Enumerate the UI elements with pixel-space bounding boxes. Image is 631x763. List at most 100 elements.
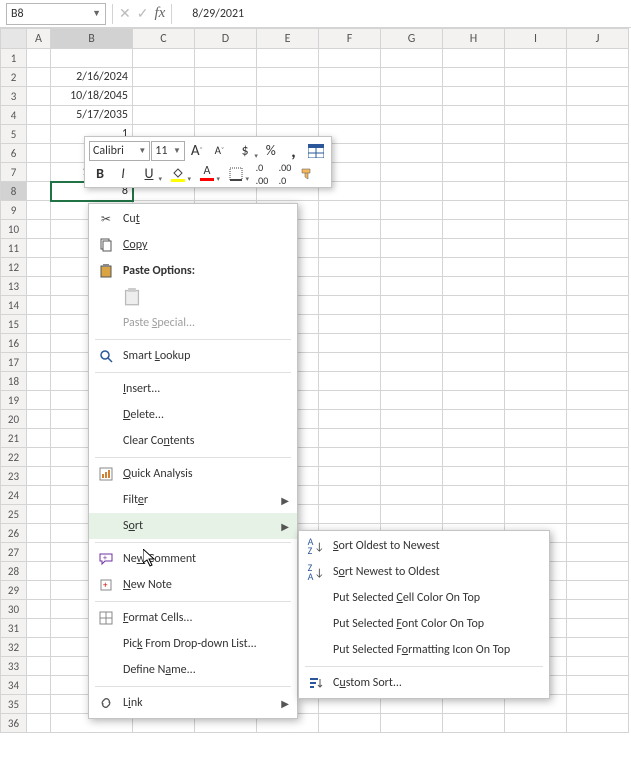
cell-A5[interactable] (27, 125, 51, 144)
sort-font-color-top[interactable]: Put Selected Font Color On Top (299, 611, 549, 637)
font-size-select[interactable]: 11▼ (151, 141, 185, 161)
sort-formatting-icon-top[interactable]: Put Selected Formatting Icon On Top (299, 637, 549, 663)
cell-J3[interactable] (567, 87, 629, 106)
cell-G7[interactable] (381, 163, 443, 182)
cell-J21[interactable] (567, 429, 629, 448)
cell-A8[interactable] (27, 182, 51, 201)
cell-G17[interactable] (381, 353, 443, 372)
cell-H23[interactable] (443, 467, 505, 486)
cell-J32[interactable] (567, 638, 629, 657)
row-header-16[interactable]: 16 (1, 334, 27, 353)
cell-H10[interactable] (443, 220, 505, 239)
cell-F11[interactable] (319, 239, 381, 258)
cell-A16[interactable] (27, 334, 51, 353)
row-header-21[interactable]: 21 (1, 429, 27, 448)
row-header-19[interactable]: 19 (1, 391, 27, 410)
cell-H11[interactable] (443, 239, 505, 258)
cell-F4[interactable] (319, 106, 381, 125)
cell-H13[interactable] (443, 277, 505, 296)
cell-G18[interactable] (381, 372, 443, 391)
italic-button[interactable]: I (112, 163, 134, 185)
cell-C1[interactable] (133, 49, 195, 68)
column-header-D[interactable]: D (195, 29, 257, 49)
cell-I6[interactable] (505, 144, 567, 163)
cell-F25[interactable] (319, 505, 381, 524)
row-header-7[interactable]: 7 (1, 163, 27, 182)
cell-A2[interactable] (27, 68, 51, 87)
cell-I2[interactable] (505, 68, 567, 87)
column-header-E[interactable]: E (257, 29, 319, 49)
cell-G16[interactable] (381, 334, 443, 353)
cell-H19[interactable] (443, 391, 505, 410)
cell-I14[interactable] (505, 296, 567, 315)
cell-A27[interactable] (27, 543, 51, 562)
cell-H25[interactable] (443, 505, 505, 524)
row-header-23[interactable]: 23 (1, 467, 27, 486)
percent-format-button[interactable]: % (260, 140, 282, 162)
cell-A20[interactable] (27, 410, 51, 429)
row-header-33[interactable]: 33 (1, 657, 27, 676)
cell-D2[interactable] (195, 68, 257, 87)
cell-J17[interactable] (567, 353, 629, 372)
menu-link[interactable]: Link▶ (89, 690, 297, 716)
cell-C2[interactable] (133, 68, 195, 87)
font-color-button[interactable]: A▾ (193, 163, 221, 185)
cell-J10[interactable] (567, 220, 629, 239)
cell-G25[interactable] (381, 505, 443, 524)
cell-F10[interactable] (319, 220, 381, 239)
cell-J27[interactable] (567, 543, 629, 562)
row-header-9[interactable]: 9 (1, 201, 27, 220)
cell-A24[interactable] (27, 486, 51, 505)
cell-D3[interactable] (195, 87, 257, 106)
cell-F15[interactable] (319, 315, 381, 334)
cell-F24[interactable] (319, 486, 381, 505)
cell-A6[interactable] (27, 144, 51, 163)
cell-G19[interactable] (381, 391, 443, 410)
cell-H17[interactable] (443, 353, 505, 372)
cell-H6[interactable] (443, 144, 505, 163)
row-header-27[interactable]: 27 (1, 543, 27, 562)
cell-H1[interactable] (443, 49, 505, 68)
cell-J8[interactable] (567, 182, 629, 201)
cell-J9[interactable] (567, 201, 629, 220)
insert-function-icon[interactable]: fx (154, 5, 165, 22)
row-header-13[interactable]: 13 (1, 277, 27, 296)
increase-decimal-button[interactable]: .0.00 (251, 163, 273, 185)
cell-G14[interactable] (381, 296, 443, 315)
comma-format-button[interactable]: , (283, 140, 305, 162)
decrease-decimal-button[interactable]: .00.0 (274, 163, 296, 185)
cell-J24[interactable] (567, 486, 629, 505)
cell-B4[interactable]: 5/17/2035 (51, 106, 133, 125)
row-header-20[interactable]: 20 (1, 410, 27, 429)
cell-F3[interactable] (319, 87, 381, 106)
format-painter-icon[interactable] (297, 163, 319, 185)
borders-button[interactable]: ▾ (222, 163, 250, 185)
decrease-font-icon[interactable]: Aˇ (209, 140, 231, 162)
row-header-17[interactable]: 17 (1, 353, 27, 372)
column-header-F[interactable]: F (319, 29, 381, 49)
cell-A30[interactable] (27, 600, 51, 619)
cell-A4[interactable] (27, 106, 51, 125)
cell-H5[interactable] (443, 125, 505, 144)
row-header-25[interactable]: 25 (1, 505, 27, 524)
cell-J29[interactable] (567, 581, 629, 600)
cell-J25[interactable] (567, 505, 629, 524)
row-header-10[interactable]: 10 (1, 220, 27, 239)
menu-smart-lookup[interactable]: Smart Lookup (89, 343, 297, 369)
row-header-32[interactable]: 32 (1, 638, 27, 657)
cell-A9[interactable] (27, 201, 51, 220)
cell-I4[interactable] (505, 106, 567, 125)
cell-A13[interactable] (27, 277, 51, 296)
cell-F17[interactable] (319, 353, 381, 372)
cell-A35[interactable] (27, 695, 51, 714)
cell-J13[interactable] (567, 277, 629, 296)
cell-I19[interactable] (505, 391, 567, 410)
cell-A3[interactable] (27, 87, 51, 106)
cell-A22[interactable] (27, 448, 51, 467)
cell-J7[interactable] (567, 163, 629, 182)
cell-I5[interactable] (505, 125, 567, 144)
cell-H2[interactable] (443, 68, 505, 87)
cell-D4[interactable] (195, 106, 257, 125)
cell-J6[interactable] (567, 144, 629, 163)
cell-G1[interactable] (381, 49, 443, 68)
